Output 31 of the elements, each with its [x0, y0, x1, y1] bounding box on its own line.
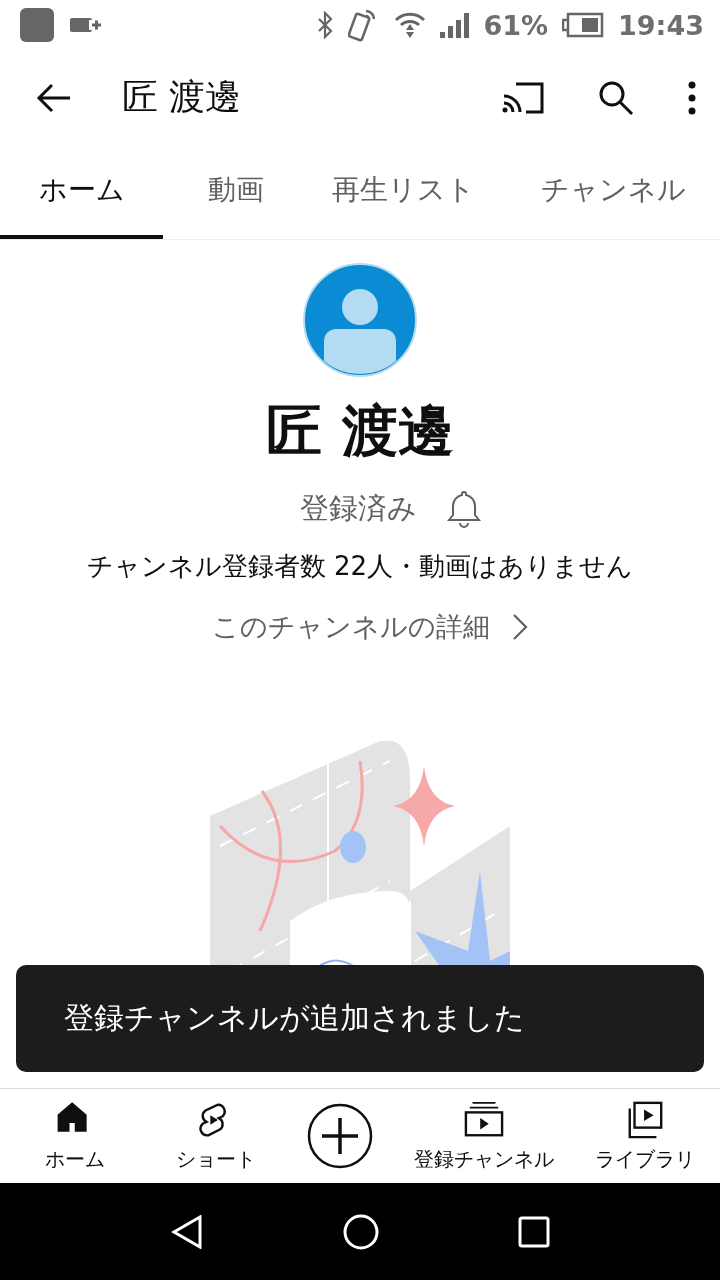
- bottom-nav-item[interactable]: 登録チャンネル: [414, 1099, 555, 1173]
- channel-tab[interactable]: チャンネル: [497, 145, 720, 239]
- snackbar: 登録チャンネルが追加されました: [16, 965, 704, 1072]
- notification-bell-icon[interactable]: [446, 489, 481, 529]
- chevron-right-icon: [512, 613, 528, 641]
- create-plus-icon[interactable]: [306, 1103, 373, 1169]
- avatar-icon: [303, 263, 417, 377]
- battery-icon: [562, 12, 605, 38]
- bottom-nav-item[interactable]: ホーム: [24, 1099, 125, 1173]
- channel-tab[interactable]: ホーム: [0, 145, 163, 239]
- signal-icon: [440, 12, 470, 38]
- channel-tab[interactable]: 再生リスト: [299, 145, 497, 239]
- bottom-nav-item[interactable]: ショート: [165, 1099, 266, 1173]
- more-options-icon[interactable]: [688, 80, 696, 115]
- channel-details-link[interactable]: このチャンネルの詳細: [212, 609, 528, 645]
- app-bar-title: 匠 渡邊: [122, 75, 243, 119]
- clock-time: 19:43: [618, 9, 704, 41]
- battery-saver-icon: [70, 15, 103, 35]
- recents-square-icon[interactable]: [518, 1215, 551, 1248]
- channel-name: 匠 渡邊: [266, 397, 454, 465]
- search-icon[interactable]: [598, 79, 634, 116]
- back-triangle-icon[interactable]: [169, 1214, 204, 1249]
- bottom-nav-item[interactable]: ライブラリ: [595, 1099, 696, 1173]
- app-notification-icon: [20, 8, 54, 42]
- channel-stats: チャンネル登録者数 22人・動画はありません: [86, 550, 634, 583]
- bluetooth-icon: [316, 11, 335, 39]
- subscribed-label[interactable]: 登録済み: [299, 489, 417, 529]
- battery-percent: 61%: [483, 9, 549, 41]
- home-circle-icon[interactable]: [343, 1213, 379, 1250]
- wifi-icon: [394, 10, 427, 40]
- channel-tab[interactable]: 動画: [163, 145, 299, 239]
